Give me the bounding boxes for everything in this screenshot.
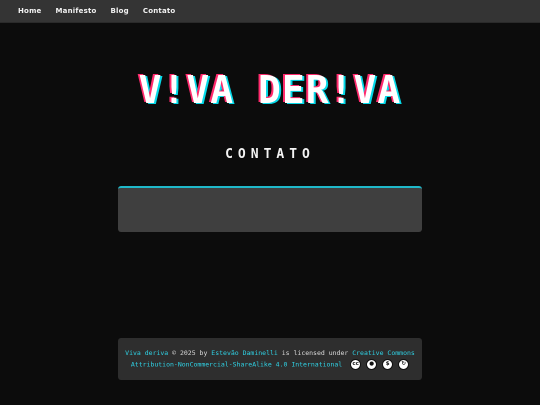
nav-manifesto-link[interactable]: Manifesto: [56, 7, 97, 15]
nc-icon: $: [382, 359, 394, 370]
author-link[interactable]: Estevão Daminelli: [211, 349, 278, 357]
nav-home-link[interactable]: Home: [18, 7, 42, 15]
nav-contato-link[interactable]: Contato: [143, 7, 176, 15]
license-icons: cc ● $ ↻: [350, 359, 410, 370]
nav-blog-link[interactable]: Blog: [111, 7, 129, 15]
copyright-text: © 2025 by: [172, 349, 208, 357]
contact-content-box: [118, 186, 422, 232]
site-title: V!VA DER!VA: [138, 68, 402, 112]
licensed-text: is licensed under: [281, 349, 349, 357]
top-navigation: Home Manifesto Blog Contato: [0, 0, 540, 23]
page-title: CONTATO: [225, 147, 315, 162]
cc-icon: cc: [350, 359, 362, 370]
work-title-link[interactable]: Viva deriva: [125, 349, 168, 357]
sa-icon: ↻: [398, 359, 410, 370]
license-footer: Viva deriva © 2025 by Estevão Daminelli …: [118, 338, 422, 380]
by-icon: ●: [366, 359, 378, 370]
